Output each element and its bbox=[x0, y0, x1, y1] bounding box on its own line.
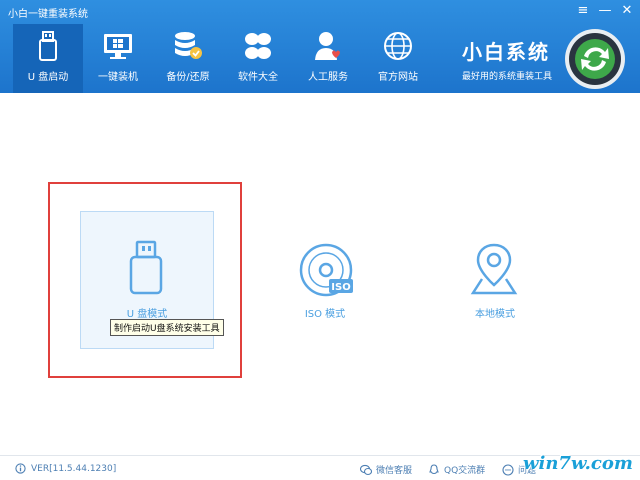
nav-item-software[interactable]: 软件大全 bbox=[223, 24, 293, 93]
faq-icon bbox=[502, 463, 514, 476]
local-mode-label[interactable]: 本地模式 bbox=[450, 305, 540, 320]
brand-slogan: 最好用的系统重装工具 bbox=[462, 72, 553, 82]
qq-label: QQ交流群 bbox=[444, 466, 486, 476]
nav-label: 人工服务 bbox=[308, 72, 348, 83]
version-text: VER[11.5.44.1230] bbox=[31, 463, 117, 474]
info-icon bbox=[15, 463, 26, 474]
globe-icon bbox=[384, 32, 412, 60]
iso-mode-label[interactable]: ISO 模式 bbox=[280, 305, 370, 320]
nav-label: 备份/还原 bbox=[166, 72, 210, 83]
brand-logo-icon bbox=[565, 29, 625, 89]
main-nav: U 盘启动 一键装机 备份/还原 软件大全 人工服务 官方网站 bbox=[13, 24, 433, 93]
nav-item-support[interactable]: 人工服务 bbox=[293, 24, 363, 93]
qq-group-link[interactable]: QQ交流群 bbox=[428, 463, 485, 476]
title-bar: 小白一键重装系统 ≡ — ✕ bbox=[0, 0, 640, 24]
wechat-support-link[interactable]: 微信客服 bbox=[360, 463, 412, 476]
database-backup-icon bbox=[175, 32, 202, 59]
usb-drive-icon bbox=[39, 31, 57, 61]
iso-badge: ISO bbox=[331, 282, 350, 293]
minimize-icon[interactable]: — bbox=[596, 2, 614, 20]
nav-label: U 盘启动 bbox=[27, 72, 69, 83]
support-agent-icon bbox=[315, 32, 340, 60]
wechat-label: 微信客服 bbox=[376, 466, 413, 476]
watermark: win7w.com bbox=[523, 453, 633, 474]
nav-label: 一键装机 bbox=[98, 72, 138, 83]
usb-mode-icon[interactable] bbox=[128, 240, 164, 296]
iso-disc-icon[interactable]: ISO bbox=[299, 243, 355, 299]
wechat-icon bbox=[360, 464, 372, 475]
brand: 小白系统 最好用的系统重装工具 bbox=[462, 36, 562, 82]
nav-label: 软件大全 bbox=[238, 72, 278, 83]
nav-item-website[interactable]: 官方网站 bbox=[363, 24, 433, 93]
close-icon[interactable]: ✕ bbox=[618, 2, 636, 20]
nav-item-usb-boot[interactable]: U 盘启动 bbox=[13, 24, 83, 93]
brand-name: 小白系统 bbox=[462, 40, 550, 64]
qq-icon bbox=[429, 463, 439, 474]
monitor-windows-icon bbox=[104, 34, 132, 59]
header: 小白一键重装系统 ≡ — ✕ U 盘启动 一键装机 备份/还原 软件大全 人工服… bbox=[0, 0, 640, 93]
usb-mode-label[interactable]: U 盘模式 bbox=[102, 305, 192, 320]
nav-label: 官方网站 bbox=[378, 72, 418, 83]
menu-icon[interactable]: ≡ bbox=[574, 2, 592, 20]
nav-item-backup-restore[interactable]: 备份/还原 bbox=[153, 24, 223, 93]
version-info: VER[11.5.44.1230] bbox=[15, 463, 116, 474]
window-title: 小白一键重装系统 bbox=[8, 9, 88, 20]
nav-item-one-click-install[interactable]: 一键装机 bbox=[83, 24, 153, 93]
map-pin-icon[interactable] bbox=[470, 241, 518, 297]
usb-mode-tooltip: 制作启动U盘系统安装工具 bbox=[110, 319, 224, 336]
apps-icon bbox=[245, 33, 271, 59]
